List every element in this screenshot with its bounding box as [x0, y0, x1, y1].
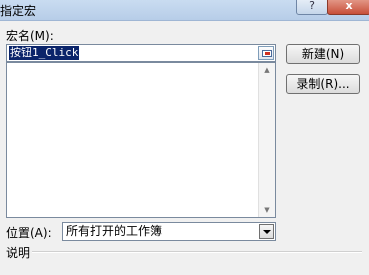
- new-button[interactable]: 新建(N): [286, 44, 360, 64]
- window-title: 指定宏: [0, 4, 37, 18]
- help-button[interactable]: ?: [296, 0, 328, 15]
- description-divider: [32, 251, 362, 253]
- collapse-dialog-button[interactable]: [258, 46, 274, 60]
- help-icon: ?: [309, 0, 315, 12]
- location-value: 所有打开的工作簿: [66, 224, 163, 238]
- collapse-dialog-arrow: [265, 52, 270, 55]
- macro-name-value: 按钮1_Click: [9, 46, 80, 60]
- macro-list-scrollbar[interactable]: ▲ ▼: [258, 63, 275, 217]
- record-button[interactable]: 录制(R)...: [286, 74, 360, 94]
- location-label: 位置(A):: [6, 226, 52, 240]
- macro-name-input[interactable]: 按钮1_Click: [6, 44, 276, 62]
- description-label: 说明: [6, 246, 31, 260]
- chevron-down-icon[interactable]: [259, 224, 274, 239]
- close-icon: x: [345, 0, 353, 12]
- scroll-up-icon[interactable]: ▲: [259, 63, 275, 77]
- close-button[interactable]: x: [327, 0, 369, 15]
- title-bar: 指定宏 ? x: [0, 0, 369, 21]
- macro-list[interactable]: ▲ ▼: [6, 62, 276, 218]
- location-select[interactable]: 所有打开的工作簿: [62, 222, 276, 241]
- scroll-down-icon[interactable]: ▼: [259, 203, 275, 217]
- macro-name-label: 宏名(M):: [6, 29, 54, 43]
